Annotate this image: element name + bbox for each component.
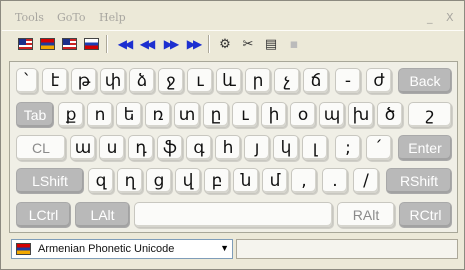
key[interactable]: գ bbox=[186, 135, 212, 161]
key[interactable]: կ bbox=[273, 135, 299, 161]
key[interactable]: զ bbox=[88, 168, 114, 194]
key[interactable]: չ bbox=[274, 68, 300, 94]
key[interactable]: ձ bbox=[129, 68, 155, 94]
armenian-flag-icon bbox=[39, 38, 55, 50]
key[interactable]: բ bbox=[204, 168, 230, 194]
key[interactable]: յ bbox=[244, 135, 270, 161]
key[interactable]: ռ bbox=[145, 102, 171, 128]
keyboard-window: Tools GoTo Help _ X ◀◀ ◀◀ ▶▶ ▶▶ ⚙ ✂ ▤ ▪ … bbox=[0, 0, 465, 270]
next-icon: ▶▶ bbox=[163, 37, 180, 51]
toolbar: ◀◀ ◀◀ ▶▶ ▶▶ ⚙ ✂ ▤ ▪ bbox=[2, 30, 464, 58]
toolbar-separator bbox=[208, 35, 210, 53]
settings-icon: ⚙ bbox=[219, 36, 231, 52]
key[interactable]: ք bbox=[58, 102, 84, 128]
key[interactable]: ա bbox=[70, 135, 96, 161]
key[interactable]: . bbox=[322, 168, 348, 194]
key[interactable]: տ bbox=[174, 102, 200, 128]
key[interactable]: է bbox=[42, 68, 68, 94]
key[interactable]: ժ bbox=[366, 68, 392, 94]
key[interactable]: ն bbox=[233, 168, 259, 194]
left-ctrl-key[interactable]: LCtrl bbox=[16, 202, 71, 228]
space-key[interactable] bbox=[134, 202, 333, 228]
key[interactable]: լ bbox=[302, 135, 328, 161]
right-ctrl-key[interactable]: RCtrl bbox=[399, 202, 452, 228]
key[interactable]: խ bbox=[348, 102, 374, 128]
first-button[interactable]: ◀◀ bbox=[114, 34, 134, 54]
menu-tools[interactable]: Tools bbox=[15, 11, 44, 24]
key[interactable]: մ bbox=[262, 168, 288, 194]
settings-button[interactable]: ⚙ bbox=[215, 34, 235, 54]
key[interactable]: փ bbox=[100, 68, 126, 94]
menu-goto[interactable]: GoTo bbox=[57, 11, 86, 24]
layout-button-armenian[interactable] bbox=[37, 34, 57, 54]
key[interactable]: ղ bbox=[117, 168, 143, 194]
tools-button[interactable]: ✂ bbox=[238, 34, 258, 54]
minimize-button[interactable]: _ bbox=[427, 11, 433, 24]
key[interactable]: / bbox=[353, 168, 379, 194]
tools-icon: ✂ bbox=[242, 36, 254, 52]
status-field bbox=[236, 239, 458, 259]
first-icon: ◀◀ bbox=[117, 37, 134, 51]
key[interactable]: շ bbox=[408, 102, 452, 128]
caps-lock-key[interactable]: CL bbox=[16, 135, 66, 161]
virtual-keyboard: ` է թ փ ձ ջ ւ և ր չ ճ - ժ Back Tab ք ո ե… bbox=[9, 61, 458, 233]
key[interactable]: - bbox=[335, 68, 361, 94]
key[interactable]: ի bbox=[261, 102, 287, 128]
right-shift-key[interactable]: RShift bbox=[386, 168, 452, 194]
key[interactable]: պ bbox=[319, 102, 345, 128]
key[interactable]: ե bbox=[116, 102, 142, 128]
key[interactable]: ՛ bbox=[366, 135, 392, 161]
next-button[interactable]: ▶▶ bbox=[160, 34, 180, 54]
key[interactable]: ո bbox=[87, 102, 113, 128]
key[interactable]: վ bbox=[175, 168, 201, 194]
right-alt-key[interactable]: RAlt bbox=[337, 202, 395, 228]
key[interactable]: թ bbox=[71, 68, 97, 94]
key[interactable]: ւ bbox=[232, 102, 258, 128]
document-button[interactable]: ▤ bbox=[261, 34, 281, 54]
key[interactable]: ծ bbox=[377, 102, 403, 128]
russian-flag-icon bbox=[83, 38, 99, 50]
blank-button[interactable]: ▪ bbox=[284, 34, 304, 54]
left-alt-key[interactable]: LAlt bbox=[75, 202, 130, 228]
left-shift-key[interactable]: LShift bbox=[16, 168, 84, 194]
key[interactable]: ց bbox=[146, 168, 172, 194]
layout-button-us-2[interactable] bbox=[59, 34, 79, 54]
us-flag-icon bbox=[61, 38, 77, 50]
key[interactable]: հ bbox=[215, 135, 241, 161]
key[interactable]: և bbox=[216, 68, 242, 94]
layout-button-russian[interactable] bbox=[81, 34, 101, 54]
key[interactable]: դ bbox=[128, 135, 154, 161]
last-icon: ▶▶ bbox=[186, 37, 203, 51]
key[interactable]: ճ bbox=[303, 68, 329, 94]
armenian-flag-icon bbox=[16, 243, 31, 255]
chevron-down-icon[interactable]: ▼ bbox=[220, 243, 229, 253]
blank-icon: ▪ bbox=[289, 36, 299, 52]
close-button[interactable]: X bbox=[446, 11, 454, 24]
previous-icon: ◀◀ bbox=[139, 37, 156, 51]
key-backquote[interactable]: ` bbox=[16, 68, 38, 94]
menu-help[interactable]: Help bbox=[99, 11, 126, 24]
key[interactable]: ւ bbox=[187, 68, 213, 94]
key[interactable]: ֆ bbox=[157, 135, 183, 161]
previous-button[interactable]: ◀◀ bbox=[136, 34, 156, 54]
us-flag-icon bbox=[17, 38, 33, 50]
key[interactable]: ջ bbox=[158, 68, 184, 94]
key[interactable]: ս bbox=[99, 135, 125, 161]
toolbar-separator bbox=[106, 35, 108, 53]
key[interactable]: ը bbox=[203, 102, 229, 128]
enter-key[interactable]: Enter bbox=[398, 135, 452, 161]
key[interactable]: օ bbox=[290, 102, 316, 128]
key[interactable]: , bbox=[291, 168, 317, 194]
document-icon: ▤ bbox=[264, 36, 278, 52]
key[interactable]: ; bbox=[335, 135, 361, 161]
key[interactable]: ր bbox=[245, 68, 271, 94]
last-button[interactable]: ▶▶ bbox=[183, 34, 203, 54]
layout-select[interactable]: Armenian Phonetic Unicode ▼ bbox=[11, 239, 233, 259]
status-bar: Armenian Phonetic Unicode ▼ bbox=[2, 235, 464, 269]
layout-select-value: Armenian Phonetic Unicode bbox=[38, 243, 175, 255]
backspace-key[interactable]: Back bbox=[398, 68, 452, 94]
layout-button-us[interactable] bbox=[15, 34, 35, 54]
tab-key[interactable]: Tab bbox=[16, 102, 54, 128]
menu-bar: Tools GoTo Help _ X bbox=[2, 2, 464, 30]
